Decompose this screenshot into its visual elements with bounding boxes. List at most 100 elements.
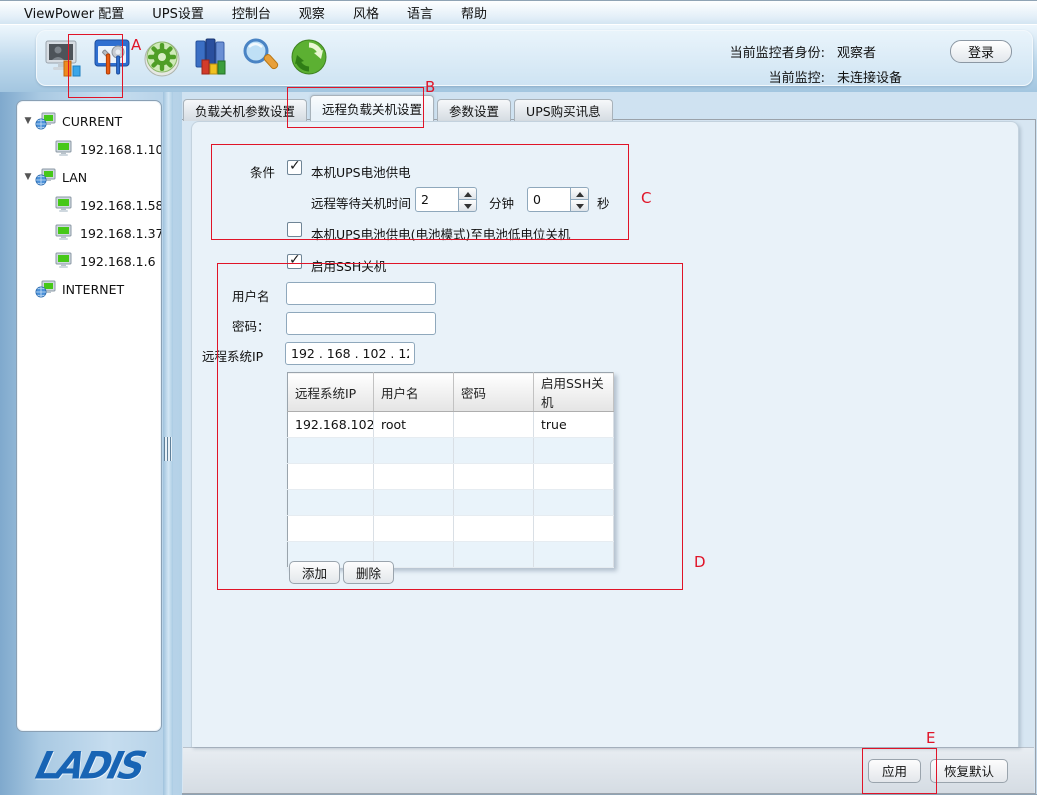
system-config-icon — [141, 36, 183, 80]
delete-button[interactable]: 删除 — [343, 561, 394, 584]
apply-button[interactable]: 应用 — [868, 759, 921, 783]
remote-ip-input[interactable] — [285, 342, 415, 365]
current-monitor-value: 未连接设备 — [825, 67, 950, 86]
search-device-icon[interactable] — [239, 35, 281, 81]
minutes-down-button[interactable] — [459, 199, 477, 212]
table-row[interactable]: 192.168.102. root true — [288, 412, 614, 438]
cell-ssh-enabled: true — [534, 412, 614, 438]
network-group-icon — [35, 168, 57, 186]
login-button[interactable]: 登录 — [950, 40, 1012, 63]
restore-default-button[interactable]: 恢复默认 — [930, 759, 1008, 783]
menu-console[interactable]: 控制台 — [218, 0, 285, 25]
menu-help[interactable]: 帮助 — [447, 0, 501, 25]
menu-ups-settings[interactable]: UPS设置 — [138, 0, 218, 25]
tree-node-label: CURRENT — [62, 114, 122, 129]
monitor-status-block: 当前监控者身份: 观察者 登录 当前监控: 未连接设备 — [665, 39, 1012, 89]
username-input[interactable] — [286, 282, 436, 305]
battery-power-label: 本机UPS电池供电 — [311, 162, 411, 181]
toolbar: 当前监控者身份: 观察者 登录 当前监控: 未连接设备 — [0, 24, 1037, 92]
col-username: 用户名 — [374, 373, 454, 412]
monitor-status-icon — [44, 37, 84, 79]
minutes-input[interactable] — [415, 187, 459, 212]
tree-node-label: LAN — [62, 170, 87, 185]
cell-remote-ip: 192.168.102. — [288, 412, 374, 438]
expander-icon[interactable]: ▼ — [21, 172, 35, 182]
tab-ups-purchase-info[interactable]: UPS购买讯息 — [514, 99, 613, 121]
tab-content-panel: 条件 本机UPS电池供电 远程等待关机时间 分钟 秒 本 — [191, 121, 1019, 747]
sidebar-splitter[interactable] — [163, 92, 173, 795]
cell-username: root — [374, 412, 454, 438]
menu-viewpower-config[interactable]: ViewPower 配置 — [10, 0, 138, 25]
device-settings-icon[interactable] — [92, 35, 134, 81]
minutes-spinner — [415, 187, 477, 212]
network-group-icon — [35, 280, 57, 298]
seconds-down-button[interactable] — [571, 199, 589, 212]
enable-ssh-label: 启用SSH关机 — [311, 256, 386, 275]
col-ssh-enabled: 启用SSH关机 — [534, 373, 614, 412]
username-label: 用户名 — [232, 286, 270, 305]
tree-node-internet[interactable]: INTERNET — [17, 275, 161, 303]
tab-remote-load-shutdown[interactable]: 远程负载关机设置 — [310, 95, 434, 121]
low-battery-shutdown-checkbox[interactable] — [287, 222, 302, 237]
tree-node-label: 192.168.1.37 — [80, 226, 162, 241]
add-button[interactable]: 添加 — [289, 561, 340, 584]
seconds-up-button[interactable] — [571, 187, 589, 199]
data-log-icon[interactable] — [190, 35, 232, 81]
password-label: 密码： — [232, 316, 270, 335]
device-icon — [53, 252, 75, 270]
device-icon — [53, 224, 75, 242]
menu-bar: ViewPower 配置 UPS设置 控制台 观察 风格 语言 帮助 — [0, 0, 1037, 24]
cell-password — [454, 412, 534, 438]
vendor-logo: LADIS — [2, 742, 178, 790]
col-remote-ip: 远程系统IP — [288, 373, 374, 412]
data-log-icon — [190, 36, 232, 80]
tree-node-device[interactable]: 192.168.1.100 — [17, 135, 161, 163]
refresh-icon[interactable] — [288, 35, 330, 81]
workspace: 条件 本机UPS电池供电 远程等待关机时间 分钟 秒 本 — [0, 92, 1037, 795]
footer-bar: 应用 恢复默认 — [183, 747, 1034, 793]
enable-ssh-checkbox[interactable] — [287, 254, 302, 269]
tab-parameter-settings[interactable]: 参数设置 — [437, 99, 511, 121]
table-empty-row[interactable] — [288, 464, 614, 490]
tree-node-label: 192.168.1.6 — [80, 254, 156, 269]
condition-label: 条件 — [250, 162, 275, 181]
menu-style[interactable]: 风格 — [339, 0, 393, 25]
menu-language[interactable]: 语言 — [393, 0, 447, 25]
tree-node-device[interactable]: 192.168.1.6 — [17, 247, 161, 275]
content-frame: 条件 本机UPS电池供电 远程等待关机时间 分钟 秒 本 — [179, 119, 1036, 794]
password-input[interactable] — [286, 312, 436, 335]
battery-power-checkbox[interactable] — [287, 160, 302, 175]
tab-load-shutdown-params[interactable]: 负载关机参数设置 — [183, 99, 307, 121]
device-icon — [53, 140, 75, 158]
refresh-icon — [288, 36, 330, 80]
table-empty-row[interactable] — [288, 516, 614, 542]
expander-icon[interactable]: ▼ — [21, 116, 35, 126]
minutes-unit-label: 分钟 — [489, 193, 514, 212]
identity-label: 当前监控者身份: — [665, 42, 825, 61]
table-empty-row[interactable] — [288, 490, 614, 516]
device-tree: ▼ CURRENT 192.168.1.100 — [16, 100, 162, 732]
tree-node-device[interactable]: 192.168.1.37 — [17, 219, 161, 247]
menu-view[interactable]: 观察 — [285, 0, 339, 25]
seconds-input[interactable] — [527, 187, 571, 212]
wait-time-label: 远程等待关机时间 — [311, 193, 411, 212]
device-icon — [53, 196, 75, 214]
splitter-grip-icon[interactable] — [164, 437, 172, 461]
toolbar-panel: 当前监控者身份: 观察者 登录 当前监控: 未连接设备 — [36, 30, 1033, 86]
table-empty-row[interactable] — [288, 438, 614, 464]
network-group-icon — [35, 112, 57, 130]
tab-bar: 负载关机参数设置 远程负载关机设置 参数设置 UPS购买讯息 — [183, 97, 616, 121]
monitor-status-icon[interactable] — [43, 35, 85, 81]
tree-node-lan[interactable]: ▼ LAN — [17, 163, 161, 191]
device-settings-icon — [92, 36, 134, 80]
minutes-up-button[interactable] — [459, 187, 477, 199]
tree-node-label: 192.168.1.58 — [80, 198, 162, 213]
system-config-icon[interactable] — [141, 35, 183, 81]
tree-node-device[interactable]: 192.168.1.58 — [17, 191, 161, 219]
tree-node-current[interactable]: ▼ CURRENT — [17, 107, 161, 135]
ssh-host-table: 远程系统IP 用户名 密码 启用SSH关机 192.168.102. root … — [287, 372, 614, 568]
low-battery-shutdown-label: 本机UPS电池供电(电池模式)至电池低电位关机 — [311, 224, 570, 243]
tree-node-label: INTERNET — [62, 282, 124, 297]
device-sidebar: ▼ CURRENT 192.168.1.100 — [0, 92, 182, 795]
search-icon — [239, 36, 281, 80]
